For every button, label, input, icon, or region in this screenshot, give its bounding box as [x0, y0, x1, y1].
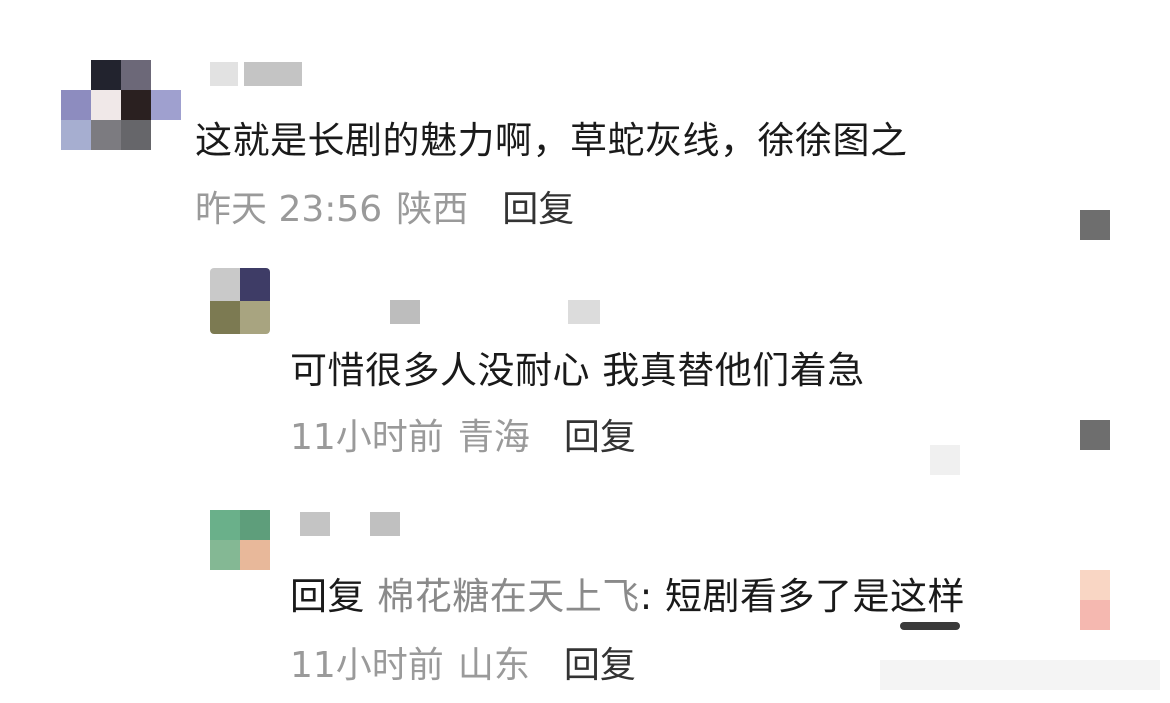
- avatar-pixel: [210, 301, 240, 334]
- reply-location: 山东: [457, 645, 530, 686]
- comment-meta: 昨天 23:56 陕西 回复: [195, 180, 574, 232]
- avatar-pixel: [91, 90, 121, 120]
- reply-button[interactable]: 回复: [502, 180, 574, 232]
- avatar-pixel: [210, 510, 240, 540]
- reply-location: 青海: [457, 417, 530, 458]
- avatar[interactable]: [210, 268, 270, 334]
- reply-meta: 11小时前 青海 回复: [290, 408, 636, 460]
- avatar-pixel: [121, 120, 151, 150]
- more-options-icon[interactable]: [1080, 420, 1110, 450]
- username-blurred[interactable]: [390, 300, 420, 324]
- avatar-pixel: [240, 510, 270, 540]
- avatar-pixel: [121, 90, 151, 120]
- username-blurred[interactable]: [210, 62, 302, 86]
- reply-time: 11小时前: [290, 645, 444, 686]
- avatar-pixel: [240, 301, 270, 334]
- avatar-pixel: [240, 268, 270, 301]
- avatar-pixel: [61, 90, 91, 120]
- comment-text: 这就是长剧的魅力啊，草蛇灰线，徐徐图之: [195, 119, 908, 162]
- avatar-pixel: [151, 90, 181, 120]
- reply-prefix: 回复: [290, 575, 365, 618]
- more-options-icon[interactable]: [1080, 210, 1110, 240]
- reply-button[interactable]: 回复: [564, 636, 636, 688]
- reply-body: : 短剧看多了是这样: [639, 575, 965, 618]
- avatar-pixel: [121, 60, 151, 90]
- avatar-pixel: [91, 60, 121, 90]
- avatar-pixel: [61, 120, 91, 150]
- avatar-pixel: [210, 540, 240, 570]
- comment-thread: 这就是长剧的魅力啊，草蛇灰线，徐徐图之 昨天 23:56 陕西 回复 可惜很多人…: [0, 0, 1170, 703]
- username-blurred: [568, 300, 600, 324]
- comment-time: 昨天 23:56: [195, 189, 383, 230]
- reply-meta: 11小时前 山东 回复: [290, 636, 636, 688]
- username-blurred[interactable]: [300, 512, 400, 536]
- blur-artifact: [880, 660, 1160, 690]
- avatar-pixel: [151, 60, 181, 90]
- avatar-pixel: [91, 120, 121, 150]
- blur-artifact: [930, 445, 960, 475]
- reply-time: 11小时前: [290, 417, 444, 458]
- reply-text: 回复 棉花糖在天上飞: 短剧看多了是这样: [290, 566, 965, 620]
- avatar-pixel: [240, 540, 270, 570]
- avatar[interactable]: [210, 510, 270, 570]
- reply-button[interactable]: 回复: [564, 408, 636, 460]
- avatar-pixel: [61, 60, 91, 90]
- reply-text: 可惜很多人没耐心 我真替他们着急: [290, 349, 865, 392]
- avatar-pixel: [210, 268, 240, 301]
- side-thumbnail[interactable]: [1080, 570, 1110, 630]
- avatar-pixel: [151, 120, 181, 150]
- reply-target-username[interactable]: 棉花糖在天上飞: [377, 575, 640, 618]
- blur-artifact: [900, 622, 960, 630]
- avatar[interactable]: [61, 60, 181, 150]
- comment-location: 陕西: [396, 189, 469, 230]
